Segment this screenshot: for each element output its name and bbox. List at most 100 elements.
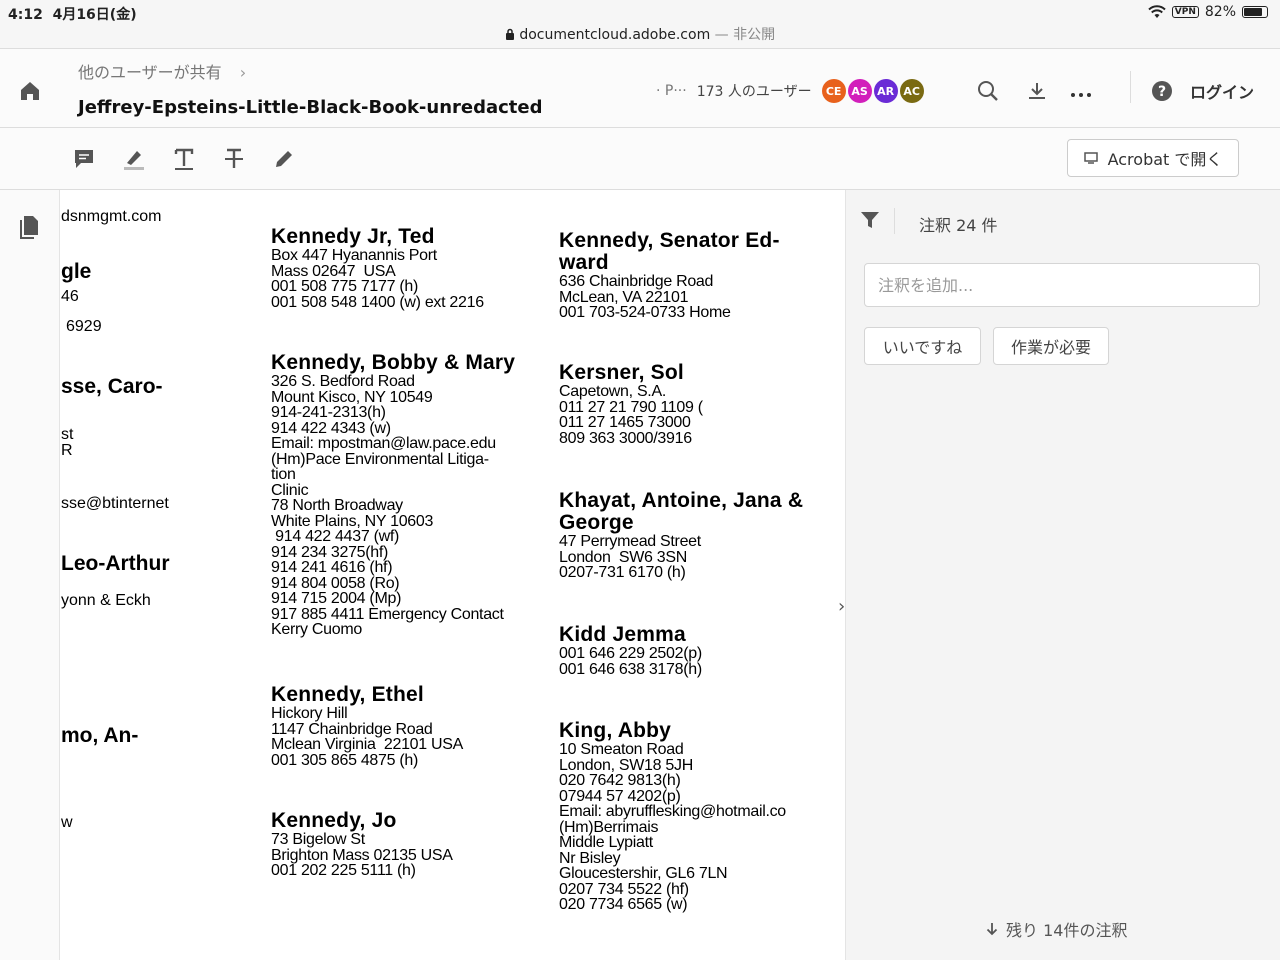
header-divider (1130, 71, 1131, 103)
page-text-fragment: R (61, 442, 73, 459)
contact-line: 001 305 865 4875 (h) (271, 751, 419, 769)
comment-icon[interactable] (72, 147, 96, 171)
battery-icon (1242, 6, 1268, 18)
contact-line: Capetown, S.A. (559, 383, 666, 400)
contact-entry: Kennedy, Ethel Hickory Hill 1147 Chainbrid… (271, 684, 463, 768)
home-icon[interactable] (18, 79, 42, 103)
contact-line: Box 447 Hyanannis Port (271, 247, 437, 264)
help-icon[interactable]: ? (1150, 79, 1174, 103)
contact-name: Kersner, Sol (559, 361, 684, 384)
add-text-icon[interactable] (172, 147, 196, 171)
contact-line: 0207 734 5522 (hf) (559, 880, 689, 898)
collapse-panel-chevron-icon[interactable]: › (838, 596, 845, 617)
strikethrough-icon[interactable] (222, 147, 246, 171)
breadcrumb-label: 他のユーザーが共有 (78, 63, 222, 82)
page-text-fragment: 6929 (66, 318, 102, 335)
contact-name: King, Abby (559, 719, 672, 742)
contact-line: 914-241-2313(h) (271, 404, 386, 421)
lock-icon (505, 28, 514, 40)
contact-line: 07944 57 4202(p) (559, 787, 681, 805)
user-count: 173 人のユーザー (696, 84, 812, 100)
contact-entry: Kidd Jemma 001 646 229 2502(p) 001 646 638… (559, 624, 702, 677)
add-comment-input[interactable] (864, 263, 1260, 307)
svg-text:?: ? (1158, 84, 1166, 100)
contact-line: Clinic (271, 481, 309, 499)
wifi-icon (1148, 5, 1166, 18)
contact-line: 914 422 4437 (wf) (271, 528, 400, 545)
contact-line: 636 Chainbridge Road (559, 273, 714, 290)
arrow-down-icon (986, 923, 998, 936)
contact-line: 78 North Broadway (271, 497, 403, 514)
open-in-acrobat-button[interactable]: Acrobat で開く (1067, 139, 1239, 177)
login-button[interactable]: ログイン (1190, 79, 1254, 103)
contact-line: 914 234 3275(hf) (271, 543, 389, 561)
clock: 4:12 (8, 7, 43, 23)
page-text-fragment: yonn & Eckh (61, 592, 151, 609)
contact-line: Mclean Virginia 22101 USA (271, 736, 464, 753)
date: 4月16日(金) (52, 7, 137, 23)
left-rail (0, 190, 60, 960)
page-text-fragment: gle (61, 260, 92, 283)
contact-line: 001 508 548 1400 (w) ext 2216 (271, 293, 484, 311)
address-bar[interactable]: documentcloud.adobe.com — 非公開 (0, 24, 1280, 44)
contact-line: 001 646 229 2502(p) (559, 645, 702, 662)
contact-line: 914 241 4616 (hf) (271, 559, 393, 576)
search-icon[interactable] (976, 79, 1000, 103)
contact-line: 47 Perrymead Street (559, 533, 701, 550)
contact-line: Nr Bisley (559, 849, 621, 867)
annotation-toolbar: Acrobat で開く (0, 128, 1280, 190)
presence-indicator[interactable]: · P··· 173 人のユーザー CE AS AR AC (656, 79, 926, 103)
avatar[interactable]: AR (873, 79, 898, 103)
contact-line: Brighton Mass 02135 USA (271, 846, 453, 864)
panel-divider (894, 208, 895, 234)
contact-line: 1147 Chainbridge Road (271, 720, 433, 738)
contact-entry: Kersner, Sol Capetown, S.A. 011 27 21 790 … (559, 362, 703, 446)
contact-line: 001 508 775 7177 (h) (271, 278, 419, 295)
like-button[interactable]: いいですね (864, 327, 981, 365)
contact-line: 001 646 638 3178(h) (559, 660, 702, 678)
contact-line: 020 7642 9813(h) (559, 772, 681, 789)
contact-line: Hickory Hill (271, 705, 348, 722)
breadcrumb[interactable]: 他のユーザーが共有 › (78, 59, 246, 83)
contact-entry: Khayat, Antoine, Jana & George 47 Perryme… (559, 490, 803, 581)
document-viewer[interactable]: dsnmgmt.com gle 46 6929 sse, Caro-st Rsse@bti… (61, 190, 857, 960)
highlight-icon[interactable] (122, 147, 146, 171)
contact-line: 011 27 21 790 1109 ( (559, 398, 703, 416)
avatar-group: CE AS AR AC (821, 79, 926, 103)
page-text-fragment: sse@btinternet (61, 495, 169, 512)
page-thumbnails-icon[interactable] (18, 214, 42, 240)
contact-line: 914 715 2004 (Mp) (271, 590, 402, 607)
more-options-icon[interactable] (1069, 79, 1093, 103)
filter-icon[interactable] (860, 210, 880, 230)
contact-line: Gloucestershir, GL6 7LN (559, 865, 728, 882)
status-bar: 4:12 4月16日(金) VPN 82% documentcloud.adob… (0, 0, 1280, 48)
page-text-fragment: 46 (61, 288, 79, 305)
avatar[interactable]: AS (847, 79, 872, 103)
contact-entry: King, Abby 10 Smeaton Road London, SW18 5J… (559, 720, 786, 913)
contact-line: 809 363 3000/3916 (559, 429, 692, 447)
battery-fill (1244, 8, 1263, 16)
avatar[interactable]: AC (899, 79, 924, 103)
draw-icon[interactable] (272, 147, 296, 171)
download-icon[interactable] (1025, 79, 1049, 103)
contact-line: Mass 02647 USA (271, 262, 396, 280)
contact-entry: Kennedy, Bobby & Mary 326 S. Bedford Road… (271, 352, 515, 638)
contact-line: White Plains, NY 10603 (271, 512, 434, 530)
avatar[interactable]: CE (821, 79, 846, 103)
page-text-fragment: dsnmgmt.com (61, 208, 162, 225)
contact-line: (Hm)Pace Environmental Litiga- (271, 450, 489, 468)
remaining-comments-link[interactable]: 残り 14件の注釈 (986, 917, 1127, 941)
comments-panel: 注釈 24 件 いいですね 作業が必要 残り 14件の注釈 (845, 190, 1280, 960)
contact-entry: Kennedy Jr, Ted Box 447 Hyanannis Port Mas… (271, 226, 484, 310)
contact-entry: Kennedy, Senator Ed- ward 636 Chainbridge… (559, 230, 780, 321)
contact-line: Middle Lypiatt (559, 834, 653, 851)
contact-line: tion (271, 466, 296, 483)
needs-work-button[interactable]: 作業が必要 (993, 327, 1109, 365)
contact-line: Email: mpostman@law.pace.edu (271, 435, 496, 452)
app-header: 他のユーザーが共有 › Jeffrey-Epsteins-Little-Black… (0, 48, 1280, 128)
page-text-fragment: sse, Caro- (61, 375, 163, 398)
contact-entry: Kennedy, Jo 73 Bigelow St Brighton Mass 02… (271, 810, 453, 879)
document-title: Jeffrey-Epsteins-Little-Black-Book-unred… (78, 97, 543, 118)
contact-line: 914 804 0058 (Ro) (271, 574, 400, 592)
contact-line: 020 7734 6565 (w) (559, 896, 688, 913)
